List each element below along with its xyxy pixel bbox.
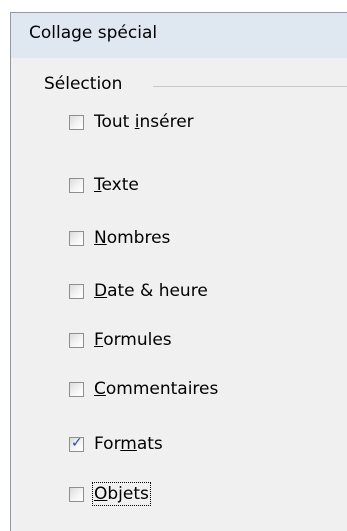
checkbox-box[interactable] (69, 177, 84, 193)
checkbox-label: Nombres (94, 228, 171, 248)
checkbox-box[interactable] (69, 486, 84, 502)
checkbox-box[interactable]: ✓ (69, 434, 84, 452)
selection-group-label: Sélection (44, 74, 123, 94)
checkbox-label: Formats (94, 434, 163, 454)
checkbox-label: Date & heure (94, 281, 208, 301)
checkbox-date-heure[interactable]: Date & heure (69, 278, 208, 304)
checkbox-commentaires[interactable]: Commentaires (69, 376, 218, 402)
dialog-title: Collage spécial (29, 23, 158, 43)
checkbox-tout-inserer[interactable]: Tout insérer (69, 109, 194, 135)
checkbox-texte[interactable]: Texte (69, 172, 139, 198)
checkbox-label: Commentaires (94, 379, 219, 399)
checkbox-formules[interactable]: Formules (69, 327, 172, 353)
checkbox-label: Texte (94, 175, 139, 195)
checkbox-label: Tout insérer (94, 112, 194, 132)
checkbox-box[interactable] (69, 114, 84, 130)
group-separator (153, 86, 347, 87)
check-mark-icon: ✓ (71, 434, 83, 451)
checkbox-box[interactable] (69, 283, 84, 299)
checkbox-label-focused: Objets (92, 482, 151, 506)
checkbox-box[interactable] (69, 332, 84, 348)
dialog-body: Sélection Tout insérer Texte Nombres Dat… (10, 58, 347, 531)
checkbox-objets[interactable]: Objets (69, 481, 151, 507)
checkbox-nombres[interactable]: Nombres (69, 225, 170, 251)
checkbox-box[interactable] (69, 381, 84, 397)
checkbox-label: Formules (94, 330, 172, 350)
checkbox-box[interactable] (69, 230, 84, 246)
checkbox-formats[interactable]: ✓ Formats (69, 431, 163, 457)
dialog-titlebar: Collage spécial (10, 12, 347, 58)
